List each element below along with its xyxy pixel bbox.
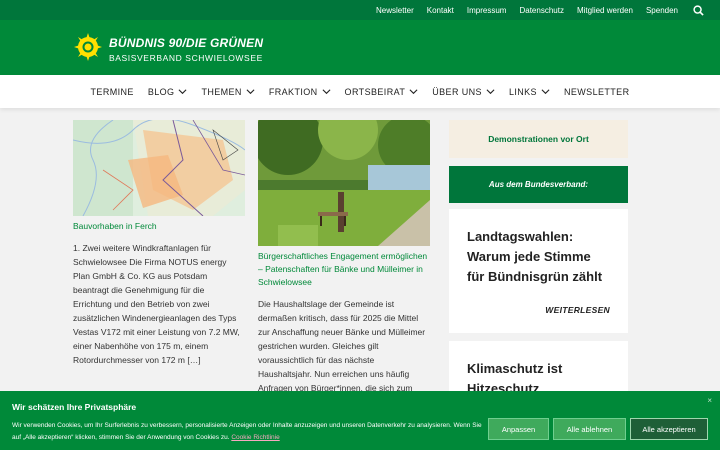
- nav-label: BLOG: [147, 86, 175, 97]
- nav-label: LINKS: [508, 86, 537, 97]
- nav-label: FRAKTION: [268, 86, 318, 97]
- top-utility-bar: Newsletter Kontakt Impressum Datenschutz…: [0, 0, 720, 20]
- post-excerpt: 1. Zwei weitere Windkraftanlagen für Sch…: [73, 243, 240, 365]
- nav-item-newsletter[interactable]: NEWSLETTER: [564, 87, 630, 97]
- federal-news-heading: Aus dem Bundesverband:: [449, 166, 628, 203]
- news-card-title[interactable]: Landtagswahlen: Warum jede Stimme für Bü…: [467, 227, 610, 287]
- nav-item-fraktion[interactable]: FRAKTION: [269, 87, 331, 97]
- cookie-text: Wir verwenden Cookies, um Ihr Surferlebn…: [12, 420, 490, 444]
- nav-label: ORTSBEIRAT: [344, 86, 406, 97]
- close-icon[interactable]: ×: [707, 396, 712, 405]
- chevron-down-icon: [409, 89, 418, 95]
- top-link-kontakt[interactable]: Kontakt: [427, 6, 454, 15]
- brand-title[interactable]: BÜNDNIS 90/DIE GRÜNEN: [109, 36, 263, 50]
- nav-item-themen[interactable]: THEMEN: [201, 86, 255, 97]
- nav-item-ortsbeirat[interactable]: ORTSBEIRAT: [345, 87, 419, 97]
- cookie-accept-button[interactable]: Alle akzeptieren: [630, 418, 708, 440]
- post-thumbnail-park-photo[interactable]: [258, 120, 430, 246]
- chevron-down-icon: [246, 89, 255, 95]
- top-link-impressum[interactable]: Impressum: [467, 6, 507, 15]
- post-card: Bauvorhaben in Ferch 1. Zwei weitere Win…: [73, 120, 245, 367]
- site-header: BÜNDNIS 90/DIE GRÜNEN BASISVERBAND SCHWI…: [0, 20, 720, 75]
- nav-item-blog[interactable]: BLOG: [148, 87, 188, 97]
- nav-item-ueber-uns[interactable]: ÜBER UNS: [432, 87, 495, 97]
- cookie-policy-link[interactable]: Cookie Richtlinie: [231, 434, 279, 441]
- post-thumbnail-map[interactable]: [73, 120, 245, 216]
- cookie-title: Wir schätzen Ihre Privatsphäre: [12, 402, 137, 412]
- search-icon[interactable]: [692, 4, 704, 16]
- nav-item-termine[interactable]: TERMINE: [91, 87, 134, 97]
- post-title-link[interactable]: Bürgerschaftliches Engagement ermögliche…: [258, 250, 430, 289]
- post-title-link[interactable]: Bauvorhaben in Ferch: [73, 220, 245, 233]
- nav-label: THEMEN: [201, 86, 242, 97]
- brand-subtitle: BASISVERBAND SCHWIELOWSEE: [109, 53, 263, 63]
- top-link-newsletter[interactable]: Newsletter: [376, 6, 414, 15]
- nav-label: TERMINE: [90, 86, 134, 97]
- nav-label: NEWSLETTER: [563, 86, 630, 97]
- demonstrations-link[interactable]: Demonstrationen vor Ort: [449, 120, 628, 158]
- top-link-datenschutz[interactable]: Datenschutz: [519, 6, 563, 15]
- chevron-down-icon: [178, 89, 187, 95]
- chevron-down-icon: [541, 89, 550, 95]
- cookie-customize-button[interactable]: Anpassen: [488, 418, 549, 440]
- post-card: Bürgerschaftliches Engagement ermögliche…: [258, 120, 430, 409]
- top-link-mitglied-werden[interactable]: Mitglied werden: [577, 6, 633, 15]
- top-link-spenden[interactable]: Spenden: [646, 6, 678, 15]
- nav-label: ÜBER UNS: [432, 86, 482, 97]
- cookie-decline-button[interactable]: Alle ablehnen: [553, 418, 626, 440]
- nav-item-links[interactable]: LINKS: [509, 87, 550, 97]
- read-more-link[interactable]: WEITERLESEN: [545, 305, 610, 315]
- chevron-down-icon: [322, 89, 331, 95]
- main-nav: TERMINE BLOG THEMEN FRAKTION ORTSBEIRAT …: [0, 75, 720, 108]
- cookie-banner: Wir schätzen Ihre Privatsphäre × Wir ver…: [0, 391, 720, 450]
- sunflower-logo[interactable]: [74, 33, 102, 61]
- news-card[interactable]: Landtagswahlen: Warum jede Stimme für Bü…: [449, 209, 628, 333]
- chevron-down-icon: [486, 89, 495, 95]
